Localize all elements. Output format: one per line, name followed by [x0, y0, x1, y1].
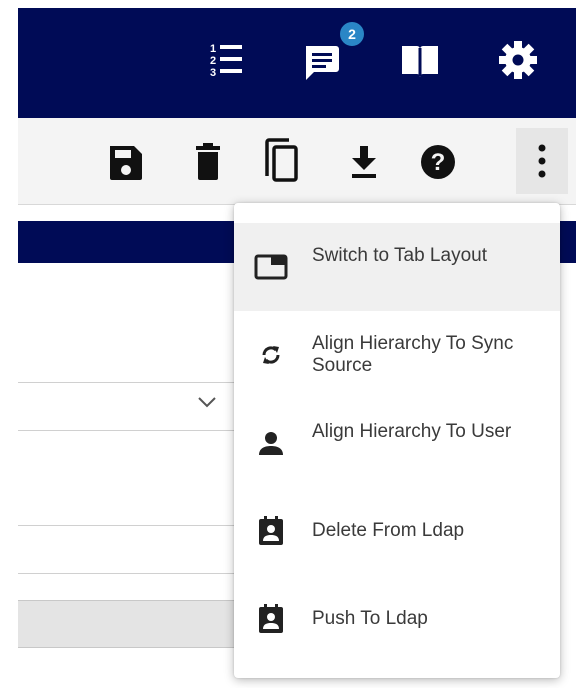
badge-count: 2: [348, 26, 356, 42]
svg-text:2: 2: [210, 55, 216, 67]
copy-icon[interactable]: [262, 138, 302, 184]
sync-icon: [254, 338, 288, 372]
more-options-button[interactable]: [516, 128, 568, 194]
divider: [18, 430, 258, 431]
menu-item-label: Push To Ldap: [312, 608, 428, 629]
help-icon[interactable]: ?: [418, 140, 458, 184]
gear-icon[interactable]: [496, 38, 540, 82]
chevron-down-icon[interactable]: [196, 394, 218, 410]
person-icon: [254, 426, 288, 460]
numbered-list-icon[interactable]: 1 2 3: [204, 38, 248, 82]
more-options-menu: Switch to Tab Layout Align Hierarchy To …: [234, 203, 560, 678]
tab-layout-icon: [254, 250, 288, 284]
svg-text:1: 1: [210, 43, 216, 55]
more-vertical-icon: [538, 144, 546, 178]
download-icon[interactable]: [344, 140, 384, 184]
divider: [18, 382, 258, 383]
divider: [18, 525, 258, 526]
contact-badge-icon: [254, 602, 288, 636]
top-nav-bar: 1 2 3 2: [18, 8, 576, 118]
menu-item-align-hierarchy-to-user[interactable]: Align Hierarchy To User: [234, 399, 560, 487]
svg-text:?: ?: [431, 149, 446, 176]
menu-item-switch-to-tab-layout[interactable]: Switch to Tab Layout: [234, 223, 560, 311]
save-icon[interactable]: [106, 140, 146, 184]
menu-item-label: Switch to Tab Layout: [312, 245, 487, 266]
menu-item-align-hierarchy-to-sync-source[interactable]: Align Hierarchy To Sync Source: [234, 311, 560, 399]
menu-item-delete-from-ldap[interactable]: Delete From Ldap: [234, 487, 560, 575]
menu-item-label: Align Hierarchy To Sync Source: [312, 333, 514, 376]
divider: [18, 573, 258, 574]
table-header-row: [18, 600, 258, 648]
chat-icon[interactable]: [302, 38, 346, 82]
delete-icon[interactable]: [188, 140, 228, 184]
menu-item-label: Align Hierarchy To User: [312, 421, 512, 442]
menu-item-label: Delete From Ldap: [312, 520, 465, 541]
menu-item-push-to-ldap[interactable]: Push To Ldap: [234, 575, 560, 663]
book-icon[interactable]: [398, 38, 442, 82]
svg-text:3: 3: [210, 67, 216, 79]
notification-badge: 2: [338, 20, 366, 48]
action-toolbar: ?: [18, 118, 576, 205]
contact-badge-icon: [254, 514, 288, 548]
